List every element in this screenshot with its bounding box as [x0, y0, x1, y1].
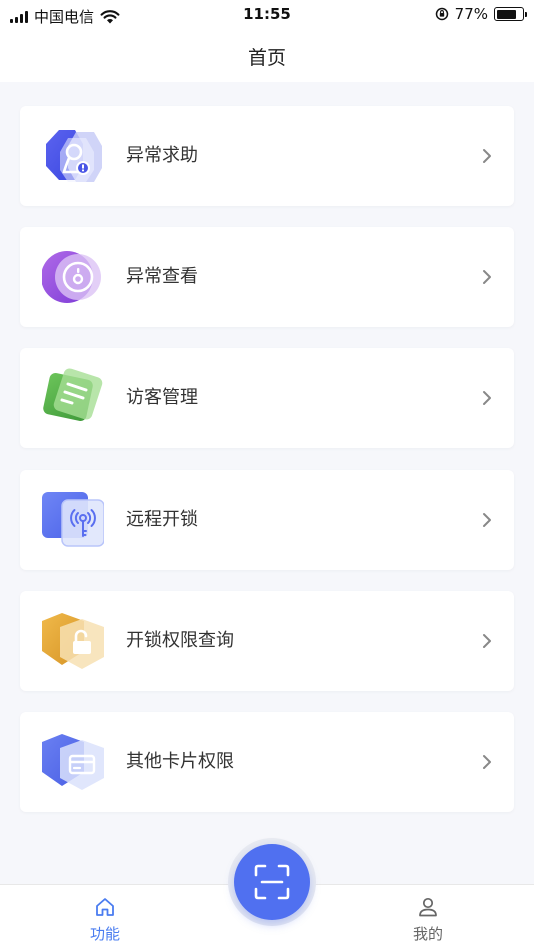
menu-item-label: 其他卡片权限: [126, 750, 234, 772]
menu-item-remote-unlock[interactable]: 远程开锁: [20, 469, 514, 570]
menu-item-label: 访客管理: [126, 387, 198, 409]
visitor-icon: [43, 368, 103, 422]
menu-item-label: 异常求助: [126, 145, 198, 166]
chevron-right-icon: [483, 512, 491, 527]
user-icon: [419, 897, 437, 917]
tab-home[interactable]: 功能: [45, 885, 165, 950]
tab-mine[interactable]: 我的: [368, 885, 488, 950]
card-permission-icon: [42, 733, 104, 790]
alert-help-icon: [46, 130, 102, 182]
tab-mine-label: 我的: [412, 925, 443, 943]
menu-item-alert-view[interactable]: 异常查看: [20, 227, 514, 328]
menu-item-unlock-permission[interactable]: 开锁权限查询: [20, 590, 514, 691]
page-title: 首页: [247, 46, 286, 69]
scan-button[interactable]: [234, 844, 310, 920]
home-icon: [96, 898, 114, 916]
alert-view-icon: [42, 251, 101, 304]
status-bar: 中国电信 11:55 77%: [0, 0, 534, 30]
chevron-right-icon: [483, 270, 491, 285]
unlock-permission-icon: [42, 612, 104, 669]
menu-item-card-permission[interactable]: 其他卡片权限: [20, 711, 514, 812]
chevron-right-icon: [483, 754, 491, 769]
battery-icon: [494, 7, 527, 21]
menu-list: 异常求助 异常查看 访客管理 远程开锁 开锁权限查询 其他卡片权限: [20, 106, 514, 833]
menu-item-label: 远程开锁: [126, 508, 198, 530]
remote-unlock-icon: [42, 491, 104, 547]
chevron-right-icon: [483, 149, 491, 163]
battery-percent: 77%: [454, 5, 488, 23]
battery-group: 77%: [435, 5, 527, 23]
menu-item-visitor[interactable]: 访客管理: [20, 348, 514, 449]
chevron-right-icon: [483, 391, 491, 406]
menu-item-label: 开锁权限查询: [126, 629, 234, 651]
chevron-right-icon: [483, 633, 491, 648]
menu-item-alert-help[interactable]: 异常求助: [20, 106, 514, 206]
scan-icon: [254, 864, 290, 900]
nav-bar: 首页: [0, 30, 534, 82]
orientation-lock-icon: [435, 7, 448, 21]
tab-home-label: 功能: [89, 925, 120, 943]
menu-item-label: 异常查看: [126, 266, 198, 288]
